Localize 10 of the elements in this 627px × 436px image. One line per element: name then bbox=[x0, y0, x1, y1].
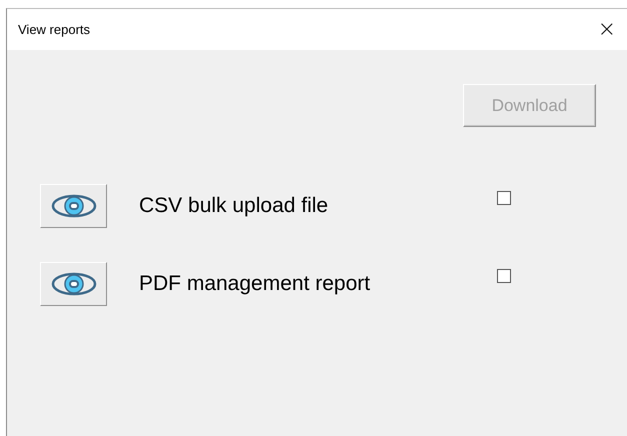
eye-icon bbox=[50, 194, 96, 218]
view-button[interactable] bbox=[40, 184, 107, 228]
view-button[interactable] bbox=[40, 262, 107, 306]
eye-icon bbox=[50, 272, 96, 296]
window-title: View reports bbox=[18, 22, 90, 37]
report-checkbox[interactable] bbox=[497, 191, 511, 205]
close-button[interactable]: × bbox=[594, 18, 620, 40]
report-name: CSV bulk upload file bbox=[139, 194, 330, 218]
report-checkbox[interactable] bbox=[497, 269, 511, 283]
report-name: PDF management report bbox=[139, 272, 372, 296]
